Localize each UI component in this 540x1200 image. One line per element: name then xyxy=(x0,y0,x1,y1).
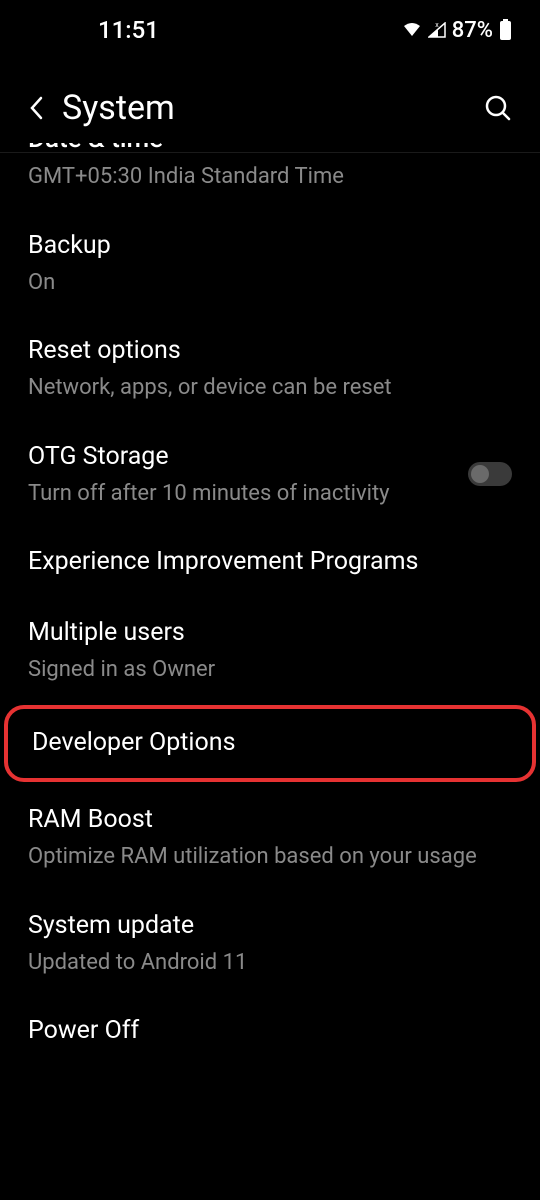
setting-subtitle: GMT+05:30 India Standard Time xyxy=(28,163,512,192)
setting-subtitle: Turn off after 10 minutes of inactivity xyxy=(28,480,468,509)
setting-subtitle: Network, apps, or device can be reset xyxy=(28,374,512,403)
setting-reset[interactable]: Reset options Network, apps, or device c… xyxy=(0,315,540,421)
settings-list: Date & time GMT+05:30 India Standard Tim… xyxy=(0,143,540,1066)
otg-toggle[interactable] xyxy=(468,462,512,486)
setting-ram-boost[interactable]: RAM Boost Optimize RAM utilization based… xyxy=(0,784,540,890)
setting-subtitle: Signed in as Owner xyxy=(28,656,512,685)
setting-datetime[interactable]: Date & time GMT+05:30 India Standard Tim… xyxy=(0,143,540,210)
setting-title: Multiple users xyxy=(28,615,512,650)
setting-multiple-users[interactable]: Multiple users Signed in as Owner xyxy=(0,597,540,703)
setting-title: Experience Improvement Programs xyxy=(28,544,512,579)
setting-title: Power Off xyxy=(28,1013,512,1048)
page-header: System xyxy=(0,56,540,152)
status-indicators: x 87% xyxy=(402,18,512,43)
setting-subtitle: Updated to Android 11 xyxy=(28,949,512,978)
setting-title: System update xyxy=(28,908,512,943)
setting-otg[interactable]: OTG Storage Turn off after 10 minutes of… xyxy=(0,421,540,527)
battery-icon xyxy=(499,19,512,41)
setting-title: Developer Options xyxy=(32,725,508,760)
setting-title: Reset options xyxy=(28,333,512,368)
status-bar: 11:51 x 87% xyxy=(0,0,540,56)
setting-title: OTG Storage xyxy=(28,439,468,474)
back-icon[interactable] xyxy=(28,95,44,121)
setting-title: Date & time xyxy=(28,143,512,157)
signal-icon: x xyxy=(428,22,446,38)
status-time: 11:51 xyxy=(98,16,159,44)
wifi-icon xyxy=(402,22,422,38)
setting-subtitle: Optimize RAM utilization based on your u… xyxy=(28,843,512,872)
setting-power-off[interactable]: Power Off xyxy=(0,995,540,1066)
search-icon[interactable] xyxy=(484,94,512,122)
page-title: System xyxy=(62,88,175,128)
setting-title: Backup xyxy=(28,228,512,263)
setting-backup[interactable]: Backup On xyxy=(0,210,540,316)
setting-experience-improvement[interactable]: Experience Improvement Programs xyxy=(0,526,540,597)
setting-system-update[interactable]: System update Updated to Android 11 xyxy=(0,890,540,996)
battery-percentage: 87% xyxy=(452,18,493,43)
setting-developer-options[interactable]: Developer Options xyxy=(4,705,536,782)
setting-subtitle: On xyxy=(28,269,512,298)
setting-title: RAM Boost xyxy=(28,802,512,837)
toggle-thumb xyxy=(471,465,489,483)
